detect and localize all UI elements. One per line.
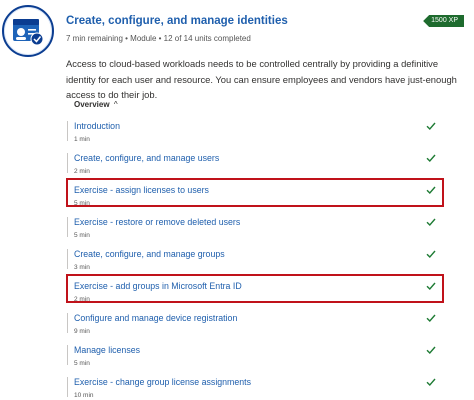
- unit-title-link[interactable]: Exercise - change group license assignme…: [74, 377, 251, 387]
- unit-item[interactable]: Exercise - add groups in Microsoft Entra…: [66, 274, 444, 307]
- checkmark-icon: [426, 346, 436, 355]
- unit-title-link[interactable]: Exercise - restore or remove deleted use…: [74, 217, 240, 227]
- unit-title-link[interactable]: Introduction: [74, 121, 120, 131]
- unit-duration: 1 min: [74, 136, 90, 143]
- unit-item[interactable]: Create, configure, and manage users 2 min: [66, 147, 444, 179]
- overview-toggle[interactable]: Overview ^: [74, 100, 118, 109]
- highlight-box: [66, 274, 444, 303]
- checkmark-icon: [426, 122, 436, 131]
- checkmark-icon: [426, 378, 436, 387]
- unit-item[interactable]: Introduction 1 min: [66, 115, 444, 147]
- unit-duration: 3 min: [74, 264, 90, 271]
- checkmark-icon: [426, 154, 436, 163]
- unit-duration: 9 min: [74, 328, 90, 335]
- unit-title-link[interactable]: Create, configure, and manage users: [74, 153, 219, 163]
- module-title[interactable]: Create, configure, and manage identities: [66, 15, 288, 27]
- unit-item[interactable]: Exercise - assign licenses to users 5 min: [66, 178, 444, 211]
- unit-item[interactable]: Manage licenses 5 min: [66, 339, 444, 371]
- xp-badge: 1500 XP: [423, 15, 464, 27]
- chevron-up-icon: ^: [113, 100, 118, 109]
- checkmark-icon: [426, 218, 436, 227]
- unit-duration: 2 min: [74, 168, 90, 175]
- unit-title-link[interactable]: Manage licenses: [74, 345, 140, 355]
- unit-duration: 5 min: [74, 360, 90, 367]
- unit-duration: 5 min: [74, 232, 90, 239]
- unit-title-link[interactable]: Create, configure, and manage groups: [74, 249, 225, 259]
- module-meta: 7 min remaining • Module • 12 of 14 unit…: [66, 34, 251, 43]
- identity-badge-icon: [2, 5, 54, 57]
- unit-item[interactable]: Exercise - restore or remove deleted use…: [66, 211, 444, 243]
- unit-title-link[interactable]: Configure and manage device registration: [74, 313, 237, 323]
- overview-label: Overview: [74, 100, 110, 109]
- unit-item[interactable]: Create, configure, and manage groups 3 mi…: [66, 243, 444, 275]
- module-description: Access to cloud-based workloads needs to…: [66, 58, 457, 100]
- highlight-box: [66, 178, 444, 207]
- checkmark-icon: [426, 314, 436, 323]
- unit-duration: 10 min: [74, 392, 94, 399]
- checkmark-icon: [426, 250, 436, 259]
- unit-item[interactable]: Exercise - change group license assignme…: [66, 371, 444, 400]
- module-header: Create, configure, and manage identities…: [0, 0, 474, 57]
- unit-item[interactable]: Configure and manage device registration…: [66, 307, 444, 339]
